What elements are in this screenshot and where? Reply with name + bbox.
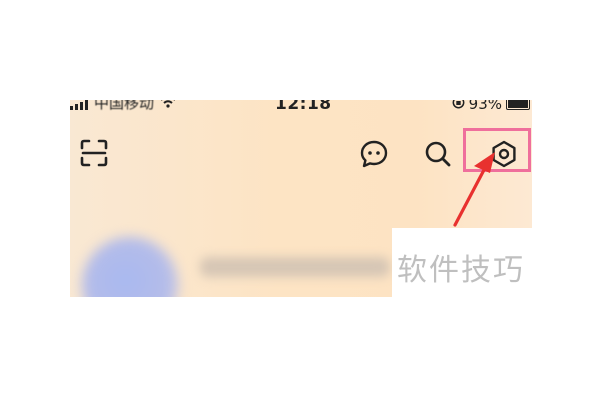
status-bar: 中国移动 12:18 93% [70, 100, 532, 114]
chat-bubble-icon [360, 140, 388, 168]
search-button[interactable] [422, 138, 454, 170]
status-right-group: 93% [452, 100, 530, 112]
carrier-name: 中国移动 [94, 100, 155, 112]
orientation-lock-icon [452, 100, 465, 112]
messages-button[interactable] [358, 138, 390, 170]
battery-percent: 93% [468, 100, 502, 113]
watermark-text: 软件技巧 [397, 253, 525, 288]
avatar [82, 237, 178, 297]
carrier-group: 中国移动 [70, 100, 176, 111]
wifi-icon [160, 100, 176, 111]
settings-hexagon-icon [492, 140, 516, 168]
blurred-username [200, 257, 390, 277]
scan-button[interactable] [78, 137, 110, 169]
battery-icon [506, 100, 530, 110]
profile-section[interactable] [70, 235, 400, 297]
settings-button[interactable] [488, 138, 520, 170]
scan-icon [80, 139, 108, 167]
search-icon [425, 141, 451, 167]
status-time: 12:18 [275, 100, 332, 114]
signal-strength-icon [70, 100, 88, 110]
